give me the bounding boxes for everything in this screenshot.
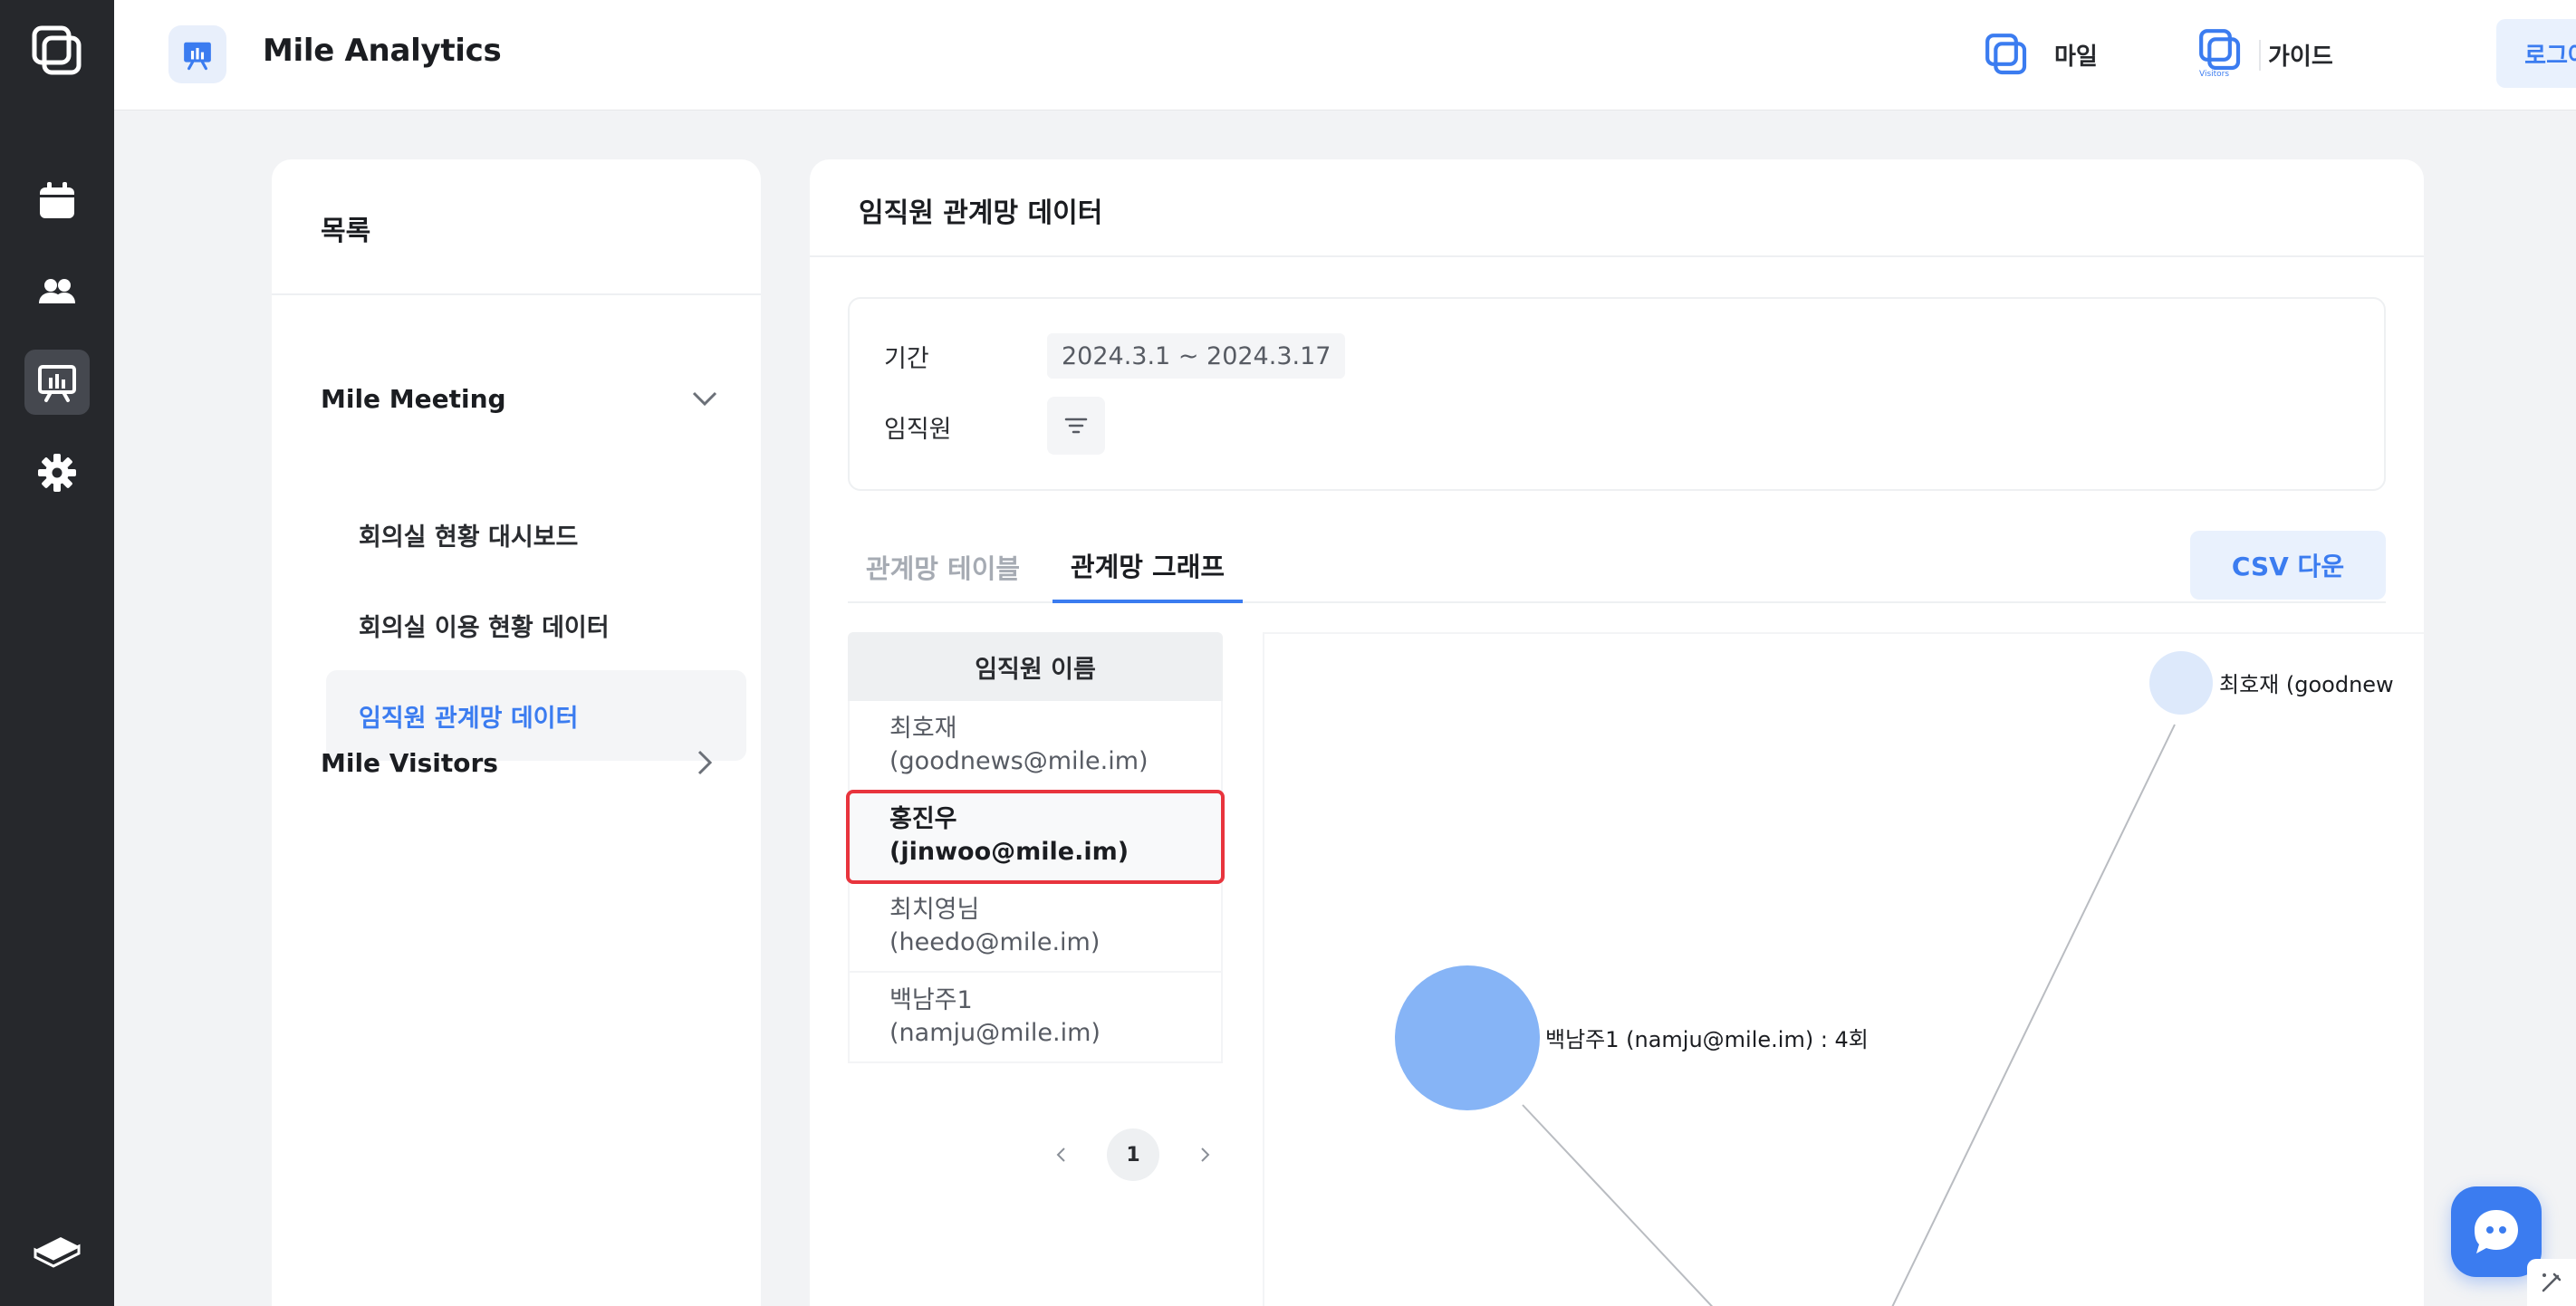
- sidebar-item-room-usage-data[interactable]: 회의실 이용 현황 데이터: [326, 580, 746, 670]
- employee-row[interactable]: 최호재 (goodnews@mile.im): [848, 701, 1223, 792]
- app-logo: [168, 25, 226, 83]
- visitors-badge-text: Visitors: [2199, 70, 2230, 79]
- employee-row[interactable]: 백남주1 (namju@mile.im): [848, 973, 1223, 1063]
- nav-group-mile-meeting[interactable]: Mile Meeting: [321, 371, 719, 426]
- sidebar-item-label: 회의실 이용 현황 데이터: [359, 613, 610, 642]
- graph-node: [1395, 965, 1540, 1110]
- employee-row[interactable]: 최치영님 (heedo@mile.im): [848, 882, 1223, 973]
- chevron-right-icon: [697, 750, 713, 775]
- visitors-logo-icon: Visitors: [2197, 27, 2243, 82]
- sidebar-divider: [272, 293, 761, 295]
- mile-logo-icon[interactable]: [30, 24, 84, 78]
- analytics-icon: [184, 42, 211, 71]
- pagination: 1: [1053, 1128, 1214, 1181]
- rail-users-button[interactable]: [24, 259, 90, 324]
- filter-box: 기간 2024.3.1 ~ 2024.3.17 임직원: [848, 297, 2386, 491]
- page-title: 임직원 관계망 데이터: [859, 197, 1103, 229]
- gear-icon: [38, 454, 76, 492]
- analytics-icon: [38, 365, 76, 402]
- main-divider: [810, 255, 2424, 257]
- guide-link[interactable]: Visitors 가이드: [2197, 25, 2333, 83]
- employee-table: 임직원 이름 최호재 (goodnews@mile.im) 홍진우 (jinwo…: [846, 632, 1225, 1063]
- page-number[interactable]: 1: [1107, 1128, 1159, 1181]
- nav-group-label: Mile Meeting: [321, 383, 506, 414]
- graph-edge: [1522, 1104, 1714, 1306]
- tab-network-table[interactable]: 관계망 테이블: [848, 531, 1038, 603]
- employee-filter-button[interactable]: [1047, 397, 1105, 455]
- employee-row-selected[interactable]: 홍진우 (jinwoo@mile.im): [846, 790, 1225, 884]
- left-rail: [0, 0, 114, 1306]
- sidebar-title: 목록: [321, 216, 371, 247]
- filter-icon: [1064, 418, 1088, 434]
- guide-link-label: 가이드: [2268, 43, 2333, 71]
- employee-filter-label: 임직원: [884, 416, 952, 444]
- view-tabs: 관계망 테이블 관계망 그래프: [848, 531, 2386, 603]
- edit-tool-icon[interactable]: [2527, 1259, 2576, 1306]
- nav-group-label: Mile Visitors: [321, 747, 498, 778]
- mile-link-label: 마일: [2054, 43, 2098, 71]
- sidebar-item-label: 임직원 관계망 데이터: [359, 704, 579, 733]
- rail-settings-button[interactable]: [24, 440, 90, 505]
- main-panel: 임직원 관계망 데이터 기간 2024.3.1 ~ 2024.3.17 임직원 …: [810, 159, 2424, 1306]
- network-graph[interactable]: 최호재 (goodnew 백남주1 (namju@mile.im) : 4회: [1263, 632, 2424, 1306]
- period-value[interactable]: 2024.3.1 ~ 2024.3.17: [1047, 333, 1346, 379]
- mile-logo-icon: [1985, 34, 2027, 75]
- chevron-left-icon[interactable]: [1053, 1146, 1071, 1164]
- book-icon[interactable]: [30, 1219, 84, 1273]
- sidebar-item-room-dashboard[interactable]: 회의실 현황 대시보드: [326, 489, 746, 580]
- top-header: Mile Analytics 마일 Visitors 가이드 로그아웃: [114, 0, 2576, 110]
- graph-edge: [1891, 724, 2176, 1306]
- rail-calendar-button[interactable]: [24, 168, 90, 234]
- graph-node: [2149, 651, 2213, 715]
- app-title: Mile Analytics: [263, 33, 502, 69]
- period-label: 기간: [884, 345, 929, 373]
- network-graph-canvas: 최호재 (goodnew 백남주1 (namju@mile.im) : 4회: [1395, 651, 2394, 1306]
- rail-analytics-button[interactable]: [24, 350, 90, 415]
- csv-download-button[interactable]: CSV 다운: [2190, 531, 2386, 600]
- chevron-down-icon: [692, 391, 717, 407]
- sidebar-item-label: 회의실 현황 대시보드: [359, 523, 579, 552]
- chevron-right-icon[interactable]: [1196, 1146, 1214, 1164]
- chat-icon: [2475, 1210, 2518, 1253]
- nav-group-mile-visitors[interactable]: Mile Visitors: [321, 735, 719, 790]
- logout-button[interactable]: 로그아웃: [2496, 19, 2576, 88]
- employee-table-header: 임직원 이름: [848, 632, 1223, 701]
- graph-node-label: 백남주1 (namju@mile.im) : 4회: [1545, 1027, 1869, 1052]
- tab-network-graph[interactable]: 관계망 그래프: [1053, 531, 1243, 603]
- calendar-icon: [40, 182, 74, 218]
- mile-link[interactable]: 마일: [1984, 25, 2098, 83]
- users-icon: [39, 279, 75, 303]
- graph-node-label: 최호재 (goodnew: [2219, 672, 2394, 697]
- sidebar-panel: 목록 Mile Meeting 회의실 현황 대시보드 회의실 이용 현황 데이…: [272, 159, 761, 1306]
